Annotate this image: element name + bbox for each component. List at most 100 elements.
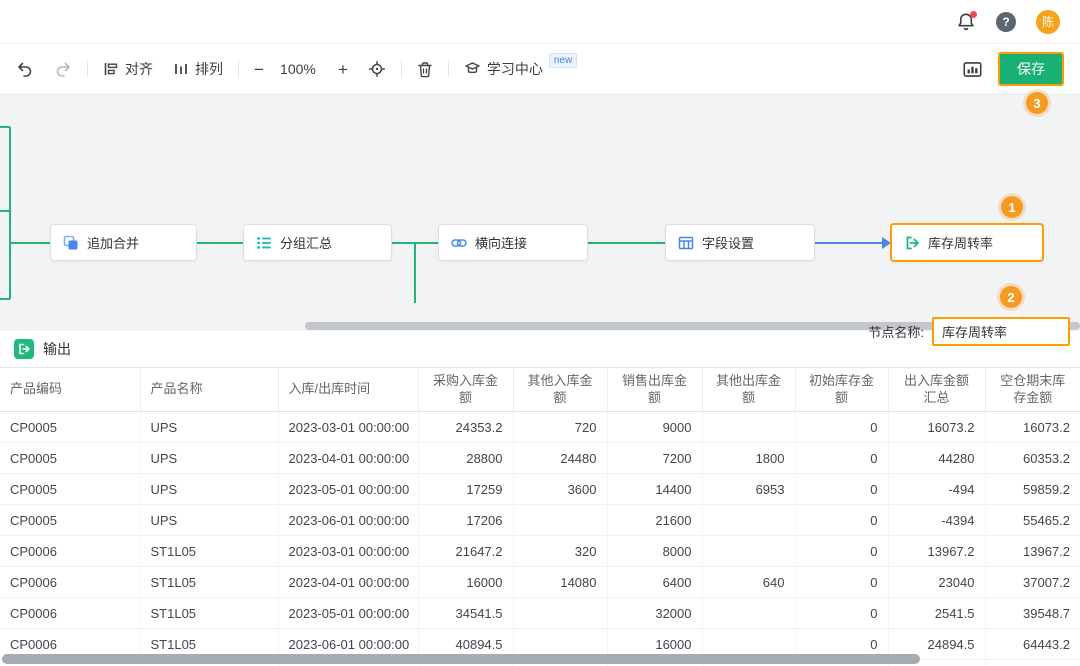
table-cell: 2541.5 (888, 598, 985, 629)
table-cell: 21647.2 (418, 536, 513, 567)
table-cell: 37007.2 (985, 567, 1080, 598)
table-cell: 0 (795, 443, 888, 474)
step-badge-2: 2 (1000, 286, 1022, 308)
table-cell: 16073.2 (888, 412, 985, 443)
user-avatar[interactable]: 陈 (1036, 10, 1060, 34)
table-cell: 16000 (418, 567, 513, 598)
column-header[interactable]: 空仓期末库存金额 (985, 368, 1080, 412)
column-header[interactable]: 其他出库金额 (702, 368, 795, 412)
table-cell: CP0005 (0, 412, 140, 443)
undo-icon (16, 60, 34, 78)
table-cell: 6953 (702, 474, 795, 505)
table-cell: 24480 (513, 443, 607, 474)
new-badge: new (549, 53, 577, 68)
flow-node-3[interactable]: 横向连接 (438, 224, 588, 261)
redo-icon (54, 60, 72, 78)
toolbar: 对齐 排列 − 100% + 学习中心 new 保存 (0, 44, 1080, 94)
table-cell: ST1L05 (140, 536, 278, 567)
result-table-wrap: 产品编码产品名称入库/出库时间采购入库金额其他入库金额销售出库金额其他出库金额初… (0, 367, 1080, 666)
arrange-icon (173, 61, 189, 77)
table-cell: 14400 (607, 474, 702, 505)
learning-center-button[interactable]: 学习中心 new (464, 59, 577, 79)
table-cell: -4394 (888, 505, 985, 536)
output-panel-header: 输出 节点名称: (0, 331, 1080, 367)
table-cell: 0 (795, 412, 888, 443)
save-button[interactable]: 保存 (998, 52, 1064, 86)
table-row: CP0005UPS2023-06-01 00:00:0017206216000-… (0, 505, 1080, 536)
flow-connectors (0, 95, 1080, 332)
table-cell: 32000 (607, 598, 702, 629)
table-cell: ST1L05 (140, 598, 278, 629)
flow-node-1[interactable]: 追加合并 (50, 224, 197, 261)
undo-button[interactable] (16, 60, 34, 78)
step-badge-1: 1 (1001, 196, 1023, 218)
flow-node-label: 库存周转率 (928, 233, 993, 252)
flow-node-5[interactable]: 库存周转率 (890, 223, 1044, 262)
table-cell: -494 (888, 474, 985, 505)
table-cell: UPS (140, 412, 278, 443)
field-settings-icon (678, 235, 694, 251)
step-badge-3: 3 (1026, 92, 1048, 114)
table-cell (513, 598, 607, 629)
column-header[interactable]: 其他入库金额 (513, 368, 607, 412)
column-header[interactable]: 销售出库金额 (607, 368, 702, 412)
column-header[interactable]: 入库/出库时间 (278, 368, 418, 412)
table-cell: 640 (702, 567, 795, 598)
redo-button[interactable] (54, 60, 72, 78)
delete-button[interactable] (417, 61, 433, 78)
table-cell (702, 536, 795, 567)
flow-node-label: 横向连接 (475, 233, 527, 252)
flow-node-4[interactable]: 字段设置 (665, 224, 815, 261)
table-cell: 2023-05-01 00:00:00 (278, 474, 418, 505)
table-cell: 55465.2 (985, 505, 1080, 536)
table-cell: 0 (795, 598, 888, 629)
topbar-actions: ? 陈 (956, 10, 1060, 34)
table-cell (702, 598, 795, 629)
column-header[interactable]: 出入库金额汇总 (888, 368, 985, 412)
table-cell: 23040 (888, 567, 985, 598)
node-name-input[interactable] (932, 317, 1070, 346)
table-cell: CP0006 (0, 567, 140, 598)
table-cell: 8000 (607, 536, 702, 567)
export-image-button[interactable] (963, 61, 982, 78)
table-cell: 60353.2 (985, 443, 1080, 474)
column-header[interactable]: 产品编码 (0, 368, 140, 412)
table-cell: ST1L05 (140, 567, 278, 598)
flow-node-2[interactable]: 分组汇总 (243, 224, 392, 261)
zoom-out-button[interactable]: − (254, 61, 264, 78)
table-cell: 0 (795, 474, 888, 505)
locate-icon (368, 60, 386, 78)
table-row: CP0006ST1L052023-04-01 00:00:00160001408… (0, 567, 1080, 598)
locate-button[interactable] (368, 60, 386, 78)
column-header[interactable]: 采购入库金额 (418, 368, 513, 412)
output-panel: 输出 节点名称: 产品编码产品名称入库/出库时间采购入库金额其他入库金额销售出库… (0, 331, 1080, 665)
arrange-button[interactable]: 排列 (173, 59, 223, 79)
notification-dot (970, 11, 977, 18)
table-cell (702, 412, 795, 443)
table-cell: UPS (140, 505, 278, 536)
table-cell: 2023-04-01 00:00:00 (278, 443, 418, 474)
learning-center-label: 学习中心 (487, 59, 543, 79)
align-button[interactable]: 对齐 (103, 59, 153, 79)
column-header[interactable]: 产品名称 (140, 368, 278, 412)
output-node-icon (904, 235, 920, 251)
table-cell: 34541.5 (418, 598, 513, 629)
toolbar-divider (238, 61, 239, 77)
align-icon (103, 61, 119, 77)
output-icon (14, 339, 34, 359)
table-cell: 0 (795, 536, 888, 567)
table-cell: 18500 (985, 660, 1080, 666)
arrange-label: 排列 (195, 59, 223, 79)
table-horizontal-scrollbar[interactable] (2, 654, 920, 664)
table-cell: 7200 (607, 443, 702, 474)
table-cell: 64443.2 (985, 629, 1080, 660)
column-header[interactable]: 初始库存金额 (795, 368, 888, 412)
table-cell: CP0006 (0, 598, 140, 629)
help-icon[interactable]: ? (996, 12, 1016, 32)
app-window: ? 陈 对齐 排列 − 100% + (0, 0, 1080, 666)
flow-canvas[interactable]: 追加合并 分组汇总 横向连接 字段设置 库存周转率 (0, 94, 1080, 331)
topbar: ? 陈 (0, 0, 1080, 44)
zoom-in-button[interactable]: + (338, 61, 348, 78)
table-cell: CP0006 (0, 536, 140, 567)
notification-bell-icon[interactable] (956, 12, 976, 32)
